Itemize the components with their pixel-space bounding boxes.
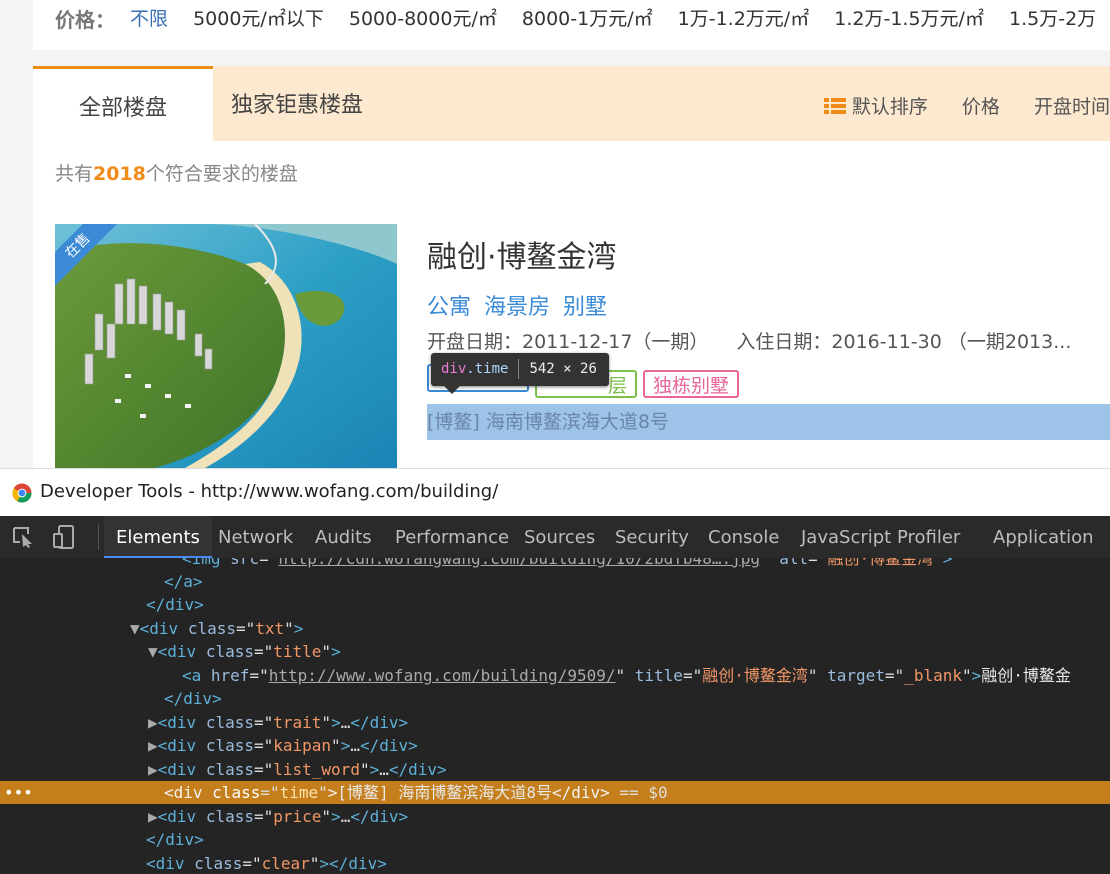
elements-dom-tree: <img src="http://cdn.wofangwang.com/buil… [0,558,1110,874]
tab-audits[interactable]: Audits [315,516,372,558]
dom-node-div-close[interactable]: </div> [0,593,1110,616]
selected-marker: == $0 [619,783,668,802]
expanded-triangle-icon[interactable]: ▼ [148,642,158,661]
class-list-word: list_word [273,760,360,779]
type-villa[interactable]: 别墅 [563,295,607,320]
a-title-value: 融创·博鳌金湾 [702,666,808,685]
time-text: [博鳌] 海南博鳌滨海大道8号 [337,783,552,802]
price-option-8000-10000[interactable]: 8000-1万元/㎡ [522,8,653,30]
dom-node-div-price[interactable]: ▶<div class="price">…</div> [0,805,1110,828]
sort-default-label: 默认排序 [851,96,928,118]
price-option-under-5000[interactable]: 5000元/㎡以下 [193,8,324,30]
devtools-window-title: Developer Tools - http://www.wofang.com/… [40,481,499,502]
class-clear: clear [261,854,310,873]
tab-exclusive-deals[interactable]: 独家钜惠楼盘 [231,66,363,141]
listing-address-highlighted: [博鳌] 海南博鳌滨海大道8号 [427,404,1110,440]
dom-node-txt-close[interactable]: </div> [0,828,1110,851]
class-kaipan: kaipan [273,736,332,755]
sort-default-button[interactable]: 默认排序 [823,96,934,118]
feature-label-villa: 独栋别墅 [643,370,740,398]
property-type-tags: 公寓 海景房 别墅 [427,289,613,321]
class-trait: trait [273,713,322,732]
open-date: 开盘日期：2011-12-17（一期） [427,331,709,353]
tab-network[interactable]: Network [218,516,293,558]
type-apartment[interactable]: 公寓 [427,295,471,320]
price-option-10000-12000[interactable]: 1万-1.2万元/㎡ [678,8,810,30]
tab-all-buildings[interactable]: 全部楼盘 [33,66,213,141]
a-target-value: _blank [904,666,962,685]
chrome-icon [12,483,32,503]
listing-dates: 开盘日期：2011-12-17（一期） 入住日期：2016-11-30 （一期20… [427,327,1071,354]
dom-node-div-clear[interactable]: <div class="clear"></div> [0,852,1110,874]
tooltip-size: 542 × 26 [529,361,597,377]
more-options-icon[interactable]: ••• [4,781,33,804]
dom-node-a[interactable]: <a href="http://www.wofang.com/building/… [0,664,1110,687]
price-option-15000-20000[interactable]: 1.5万-2万 [1009,8,1096,30]
class-title: title [273,642,322,661]
dom-node-div-txt[interactable]: ▼<div class="txt"> [0,617,1110,640]
a-text: 融创·博鳌金 [981,666,1071,685]
price-option-12000-15000[interactable]: 1.2万-1.5万元/㎡ [834,8,984,30]
listing-panel: 全部楼盘 独家钜惠楼盘 默认排序 价格 开盘时间 共有2018个符合要求的楼盘 [33,66,1110,468]
expanded-triangle-icon[interactable]: ▼ [130,619,140,638]
img-alt-value: 融创·博鳌金湾 [827,558,934,568]
dom-node-title-close[interactable]: </div> [0,687,1110,710]
dom-node-a-close[interactable]: </a> [0,570,1110,593]
type-seaview[interactable]: 海景房 [484,295,550,320]
sort-price-button[interactable]: 价格 [962,96,1000,118]
collapsed-triangle-icon[interactable]: ▶ [148,760,158,779]
price-filter-options: 不限 5000元/㎡以下 5000-8000元/㎡ 8000-1万元/㎡ 1万-… [130,4,1110,31]
price-filter-bar: 价格： 不限 5000元/㎡以下 5000-8000元/㎡ 8000-1万元/㎡… [33,0,1110,50]
img-src-link[interactable]: http://cdn.wofangwang.com/building/10/2b… [278,558,760,568]
dom-node-div-trait[interactable]: ▶<div class="trait">…</div> [0,711,1110,734]
tab-performance[interactable]: Performance [395,516,509,558]
price-option-any[interactable]: 不限 [130,8,168,30]
class-txt: txt [255,619,285,638]
tab-application[interactable]: Application [993,516,1094,558]
class-time: time [279,783,319,802]
feature-label-2-text: 层 [607,375,627,397]
a-href-link[interactable]: http://www.wofang.com/building/9509/ [269,666,616,685]
listing-tab-bar: 全部楼盘 独家钜惠楼盘 默认排序 价格 开盘时间 [33,66,1110,141]
listing-title[interactable]: 融创·博鳌金湾 [427,232,617,276]
result-count-prefix: 共有 [55,163,94,185]
dom-node-img[interactable]: <img src="http://cdn.wofangwang.com/buil… [0,558,1110,570]
sort-options: 默认排序 价格 开盘时间 [796,66,1110,141]
device-toolbar-icon[interactable] [52,525,76,549]
tab-console[interactable]: Console [708,516,779,558]
tab-elements[interactable]: Elements [104,516,212,558]
listing-thumbnail[interactable]: 在售 [55,224,397,468]
devtools-titlebar: Developer Tools - http://www.wofang.com/… [0,468,1110,517]
dom-node-div-kaipan[interactable]: ▶<div class="kaipan">…</div> [0,734,1110,757]
dom-node-div-list-word[interactable]: ▶<div class="list_word">…</div> [0,758,1110,781]
result-count-suffix: 个符合要求的楼盘 [145,163,298,185]
result-count: 共有2018个符合要求的楼盘 [55,159,298,186]
tooltip-tag: div [441,361,467,377]
tab-security[interactable]: Security [615,516,689,558]
collapsed-triangle-icon[interactable]: ▶ [148,807,158,826]
move-in-date: 入住日期：2016-11-30 （一期2013... [736,331,1072,353]
aerial-resort-image [55,224,397,468]
result-count-number: 2018 [93,163,146,185]
price-option-5000-8000[interactable]: 5000-8000元/㎡ [349,8,497,30]
dom-node-div-title[interactable]: ▼<div class="title"> [0,640,1110,663]
tooltip-class: .time [466,361,509,377]
devtools-window: Developer Tools - http://www.wofang.com/… [0,468,1110,874]
dom-node-div-time-selected[interactable]: ••• <div class="time">[博鳌] 海南博鳌滨海大道8号</di… [0,781,1110,804]
sort-open-date-button[interactable]: 开盘时间 [1034,96,1110,118]
price-filter-label: 价格： [55,8,115,32]
inspect-tooltip: div.time 542 × 26 [431,353,609,394]
list-icon [823,97,846,114]
devtools-tab-bar: Elements Network Audits Performance Sour… [0,516,1110,558]
collapsed-triangle-icon[interactable]: ▶ [148,736,158,755]
tab-sources[interactable]: Sources [524,516,595,558]
inspect-element-icon[interactable] [12,526,36,548]
collapsed-triangle-icon[interactable]: ▶ [148,713,158,732]
class-price: price [273,807,322,826]
webpage-viewport: 价格： 不限 5000元/㎡以下 5000-8000元/㎡ 8000-1万元/㎡… [0,0,1110,468]
tab-javascript-profiler[interactable]: JavaScript Profiler [801,516,960,558]
